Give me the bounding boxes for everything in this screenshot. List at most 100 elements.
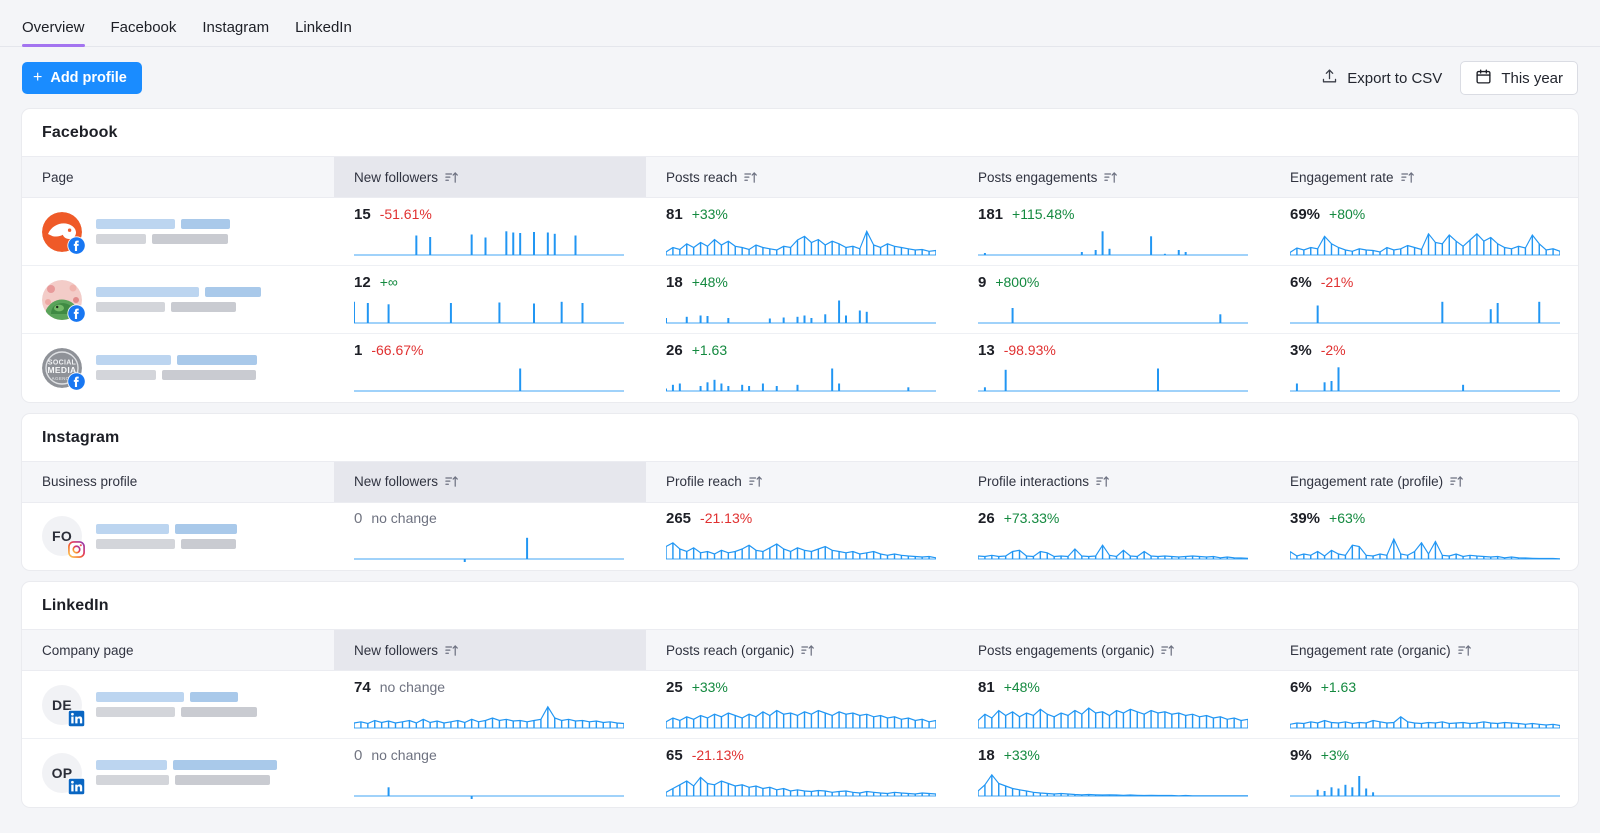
sparkline-new-followers bbox=[354, 769, 624, 799]
sort-icon[interactable] bbox=[1104, 171, 1117, 184]
table-row[interactable]: OP 0 no change 65 bbox=[22, 739, 1578, 807]
metric-cell-profile-reach: 265 -21.13% bbox=[646, 502, 958, 570]
section-card-instagram: Instagram Business profile New followers… bbox=[22, 414, 1578, 571]
tab-facebook[interactable]: Facebook bbox=[98, 20, 190, 46]
profile[interactable]: FO bbox=[42, 516, 316, 556]
profile[interactable] bbox=[42, 212, 316, 252]
sort-icon[interactable] bbox=[445, 475, 458, 488]
profile-cell[interactable]: SOCIAL MEDIA AGENCY bbox=[22, 334, 334, 402]
metric-summary: 15 -51.61% bbox=[354, 206, 624, 225]
column-header-profile-interactions[interactable]: Profile interactions bbox=[958, 461, 1270, 502]
table-row[interactable]: SOCIAL MEDIA AGENCY 1 -66.67% bbox=[22, 334, 1578, 402]
column-header-label: Company page bbox=[42, 643, 134, 658]
column-header-label: Posts engagements bbox=[978, 170, 1097, 185]
metric-summary: 65 -21.13% bbox=[666, 747, 936, 766]
table-row[interactable]: 15 -51.61% 81 +33% 181 +115.48% 69% bbox=[22, 198, 1578, 266]
metric-value: 0 bbox=[354, 510, 362, 527]
export-to-csv-label: Export to CSV bbox=[1347, 70, 1442, 87]
calendar-icon bbox=[1475, 68, 1492, 89]
tab-overview[interactable]: Overview bbox=[22, 20, 98, 46]
column-header-new-followers[interactable]: New followers bbox=[334, 461, 646, 502]
column-header-profile-reach[interactable]: Profile reach bbox=[646, 461, 958, 502]
column-header-label: Profile interactions bbox=[978, 474, 1089, 489]
sort-icon[interactable] bbox=[1161, 644, 1174, 657]
table-instagram: Business profile New followers Profile r… bbox=[22, 461, 1578, 571]
sort-icon[interactable] bbox=[1450, 475, 1463, 488]
metric-summary: 0 no change bbox=[354, 510, 624, 529]
sort-icon[interactable] bbox=[1458, 644, 1471, 657]
column-header-posts-engagements-organic[interactable]: Posts engagements (organic) bbox=[958, 630, 1270, 671]
sort-icon[interactable] bbox=[744, 171, 757, 184]
social-analytics-page: OverviewFacebookInstagramLinkedIn + Add … bbox=[0, 0, 1600, 833]
metric-delta: -98.93% bbox=[1004, 342, 1056, 358]
table-row[interactable]: 12 +∞ 18 +48% 9 +800% 6% -21 bbox=[22, 266, 1578, 334]
column-header-posts-engagements[interactable]: Posts engagements bbox=[958, 157, 1270, 198]
metric-delta: -2% bbox=[1321, 342, 1346, 358]
metric-cell-posts-reach-organic: 25 +33% bbox=[646, 671, 958, 739]
section-card-facebook: Facebook Page New followers Posts reach … bbox=[22, 109, 1578, 402]
metric-delta: -21.13% bbox=[692, 747, 744, 763]
sort-icon[interactable] bbox=[749, 475, 762, 488]
column-header-new-followers[interactable]: New followers bbox=[334, 157, 646, 198]
profile-cell[interactable] bbox=[22, 198, 334, 266]
sort-icon[interactable] bbox=[445, 644, 458, 657]
export-to-csv-button[interactable]: Export to CSV bbox=[1321, 68, 1442, 89]
column-header-label: New followers bbox=[354, 643, 438, 658]
profile[interactable]: DE bbox=[42, 685, 316, 725]
profile[interactable] bbox=[42, 280, 316, 320]
upload-icon bbox=[1321, 68, 1338, 89]
table-row[interactable]: DE 74 no change 2 bbox=[22, 671, 1578, 739]
column-header-label: Posts reach (organic) bbox=[666, 643, 794, 658]
metric-cell-engagement-rate: 6% -21% bbox=[1270, 266, 1578, 334]
sort-icon[interactable] bbox=[445, 171, 458, 184]
profile-cell[interactable] bbox=[22, 266, 334, 334]
column-header-label: Engagement rate (organic) bbox=[1290, 643, 1451, 658]
column-header-engagement-rate-profile[interactable]: Engagement rate (profile) bbox=[1270, 461, 1578, 502]
table-facebook: Page New followers Posts reach Posts eng… bbox=[22, 156, 1578, 402]
metric-summary: 18 +33% bbox=[978, 747, 1248, 766]
facebook-badge-icon bbox=[67, 304, 86, 323]
profile-name-redacted bbox=[96, 355, 257, 380]
section-card-linkedin: LinkedIn Company page New followers Post… bbox=[22, 582, 1578, 807]
metric-cell-posts-reach: 18 +48% bbox=[646, 266, 958, 334]
column-header-label: Profile reach bbox=[666, 474, 742, 489]
metric-value: 9 bbox=[978, 274, 986, 291]
sparkline-posts-engagements-organic bbox=[978, 701, 1248, 731]
sort-icon[interactable] bbox=[1096, 475, 1109, 488]
profile[interactable]: OP bbox=[42, 753, 316, 793]
column-header-label: Posts reach bbox=[666, 170, 737, 185]
column-header-posts-reach-organic[interactable]: Posts reach (organic) bbox=[646, 630, 958, 671]
column-header-engagement-rate[interactable]: Engagement rate bbox=[1270, 157, 1578, 198]
profile[interactable]: SOCIAL MEDIA AGENCY bbox=[42, 348, 316, 388]
profile-cell[interactable]: FO bbox=[22, 502, 334, 570]
metric-value: 9% bbox=[1290, 747, 1312, 764]
tab-linkedin[interactable]: LinkedIn bbox=[282, 20, 365, 46]
metric-value: 12 bbox=[354, 274, 371, 291]
profile-cell[interactable]: DE bbox=[22, 671, 334, 739]
profile-cell[interactable]: OP bbox=[22, 739, 334, 807]
tab-instagram[interactable]: Instagram bbox=[189, 20, 282, 46]
column-header-label: Engagement rate bbox=[1290, 170, 1394, 185]
column-header-label: New followers bbox=[354, 474, 438, 489]
column-header-label: Page bbox=[42, 170, 74, 185]
add-profile-button[interactable]: + Add profile bbox=[22, 62, 142, 94]
sparkline-new-followers bbox=[354, 701, 624, 731]
avatar: SOCIAL MEDIA AGENCY bbox=[42, 348, 82, 388]
column-header-new-followers[interactable]: New followers bbox=[334, 630, 646, 671]
date-range-button[interactable]: This year bbox=[1460, 61, 1578, 95]
metric-cell-new-followers: 15 -51.61% bbox=[334, 198, 646, 266]
sparkline-posts-engagements bbox=[978, 296, 1248, 326]
metric-delta: no change bbox=[380, 679, 445, 695]
linkedin-badge-icon bbox=[67, 777, 86, 796]
metric-delta: +1.63 bbox=[1321, 679, 1356, 695]
metric-summary: 13 -98.93% bbox=[978, 342, 1248, 361]
table-row[interactable]: FO 0 no change bbox=[22, 502, 1578, 570]
column-header-engagement-rate-organic[interactable]: Engagement rate (organic) bbox=[1270, 630, 1578, 671]
toolbar: + Add profile Export to CSV bbox=[0, 47, 1600, 109]
sort-icon[interactable] bbox=[1401, 171, 1414, 184]
sparkline-new-followers bbox=[354, 364, 624, 394]
column-header-posts-reach[interactable]: Posts reach bbox=[646, 157, 958, 198]
metric-summary: 9% +3% bbox=[1290, 747, 1560, 766]
sort-icon[interactable] bbox=[801, 644, 814, 657]
metric-value: 181 bbox=[978, 206, 1003, 223]
